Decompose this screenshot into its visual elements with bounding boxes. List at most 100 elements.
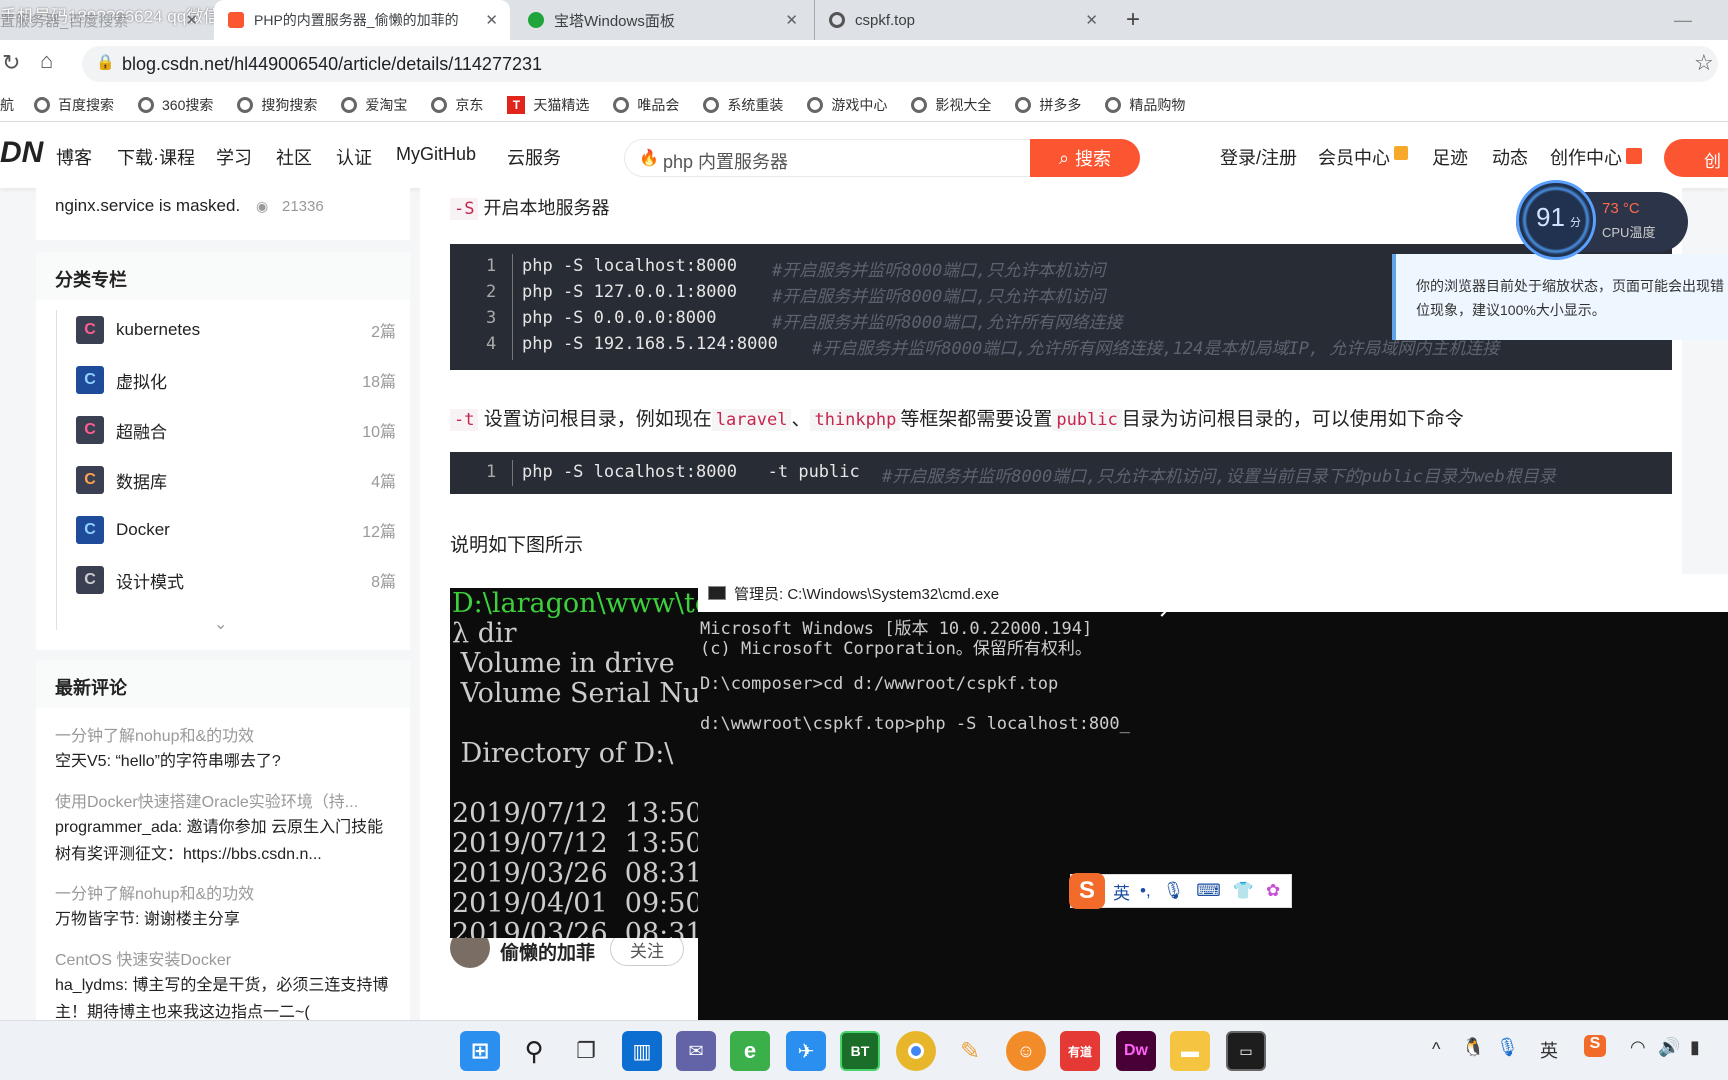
nav-blog[interactable]: 博客 [56,144,92,170]
close-icon[interactable]: ✕ [185,11,198,29]
category-item[interactable]: C 超融合 10篇 [76,412,396,448]
minimize-button[interactable]: — [1674,10,1692,31]
home-icon[interactable]: ⌂ [40,48,53,74]
cmd-window[interactable]: 管理员: C:\Windows\System32\cmd.exe Microso… [698,574,1728,1020]
close-icon[interactable]: ✕ [1085,11,1098,29]
footprint-link[interactable]: 足迹 [1432,144,1468,170]
tab-bt-panel[interactable]: 宝塔Windows面板 ✕ [514,0,810,40]
address-bar[interactable]: 🔒 blog.csdn.net/hl449006540/article/deta… [82,46,1718,82]
qq-icon[interactable]: 🐧 [1462,1037,1484,1058]
apps-icon[interactable]: ✿ [1266,881,1280,901]
comment-article-link[interactable]: CentOS 快速安装Docker [55,946,231,970]
category-icon: C [76,416,104,444]
hot-article-link[interactable]: nginx.service is masked. [55,196,240,216]
skin-icon[interactable]: 👕 [1233,881,1254,901]
bookmark-item[interactable]: 影视大全 [911,95,991,115]
bookmark-item[interactable]: 京东 [431,95,483,115]
task-view-icon[interactable]: ❐ [566,1031,606,1071]
battery-icon[interactable]: ▮ [1690,1037,1700,1058]
creation-center-link[interactable]: 创作中心 [1550,144,1622,170]
globe-icon [431,96,448,113]
widgets-icon[interactable]: ▥ [622,1031,662,1071]
csdn-logo[interactable]: DN [0,136,43,170]
ime-toolbar[interactable]: S 英 •, 🎙 ⌨ 👕 ✿ [1069,873,1292,909]
category-item[interactable]: C 虚拟化 18篇 [76,362,396,398]
bookmark-item[interactable]: 拼多多 [1015,95,1081,115]
ime-punct[interactable]: •, [1140,881,1151,901]
search-value: php 内置服务器 [663,152,789,172]
category-item[interactable]: C Docker 12篇 [76,512,396,548]
create-button[interactable]: 创 [1664,139,1728,177]
chevron-up-icon[interactable]: ^ [1432,1039,1440,1060]
category-item[interactable]: C 设计模式 8篇 [76,562,396,598]
app-face-icon[interactable]: ☺ [1006,1031,1046,1071]
bt-panel-icon[interactable]: BT [840,1031,880,1071]
bookmark-item[interactable]: 360搜索 [138,95,213,115]
mail-icon[interactable]: ✈ [786,1031,826,1071]
reload-icon[interactable]: ↻ [2,50,20,76]
vip-center-link[interactable]: 会员中心 [1318,144,1390,170]
youdao-icon[interactable]: 有道 [1060,1031,1100,1071]
dreamweaver-icon[interactable]: Dw [1116,1031,1156,1071]
ime-lang[interactable]: 英 [1113,879,1130,904]
tab-label: 宝塔Windows面板 [554,12,675,30]
bookmark-item[interactable]: 百度搜索 [34,95,114,115]
nav-community[interactable]: 社区 [276,144,312,170]
comment-article-link[interactable]: 一分钟了解nohup和&的功效 [55,880,254,904]
tab-cspkf[interactable]: cspkf.top ✕ [814,0,1110,40]
keyboard-icon[interactable]: ⌨ [1196,881,1221,901]
activity-link[interactable]: 动态 [1492,144,1528,170]
sogou-tray-icon[interactable]: S [1584,1035,1606,1057]
input-lang[interactable]: 英 [1540,1037,1558,1063]
bookmark-item[interactable]: 爱淘宝 [341,95,407,115]
nav-mygithub[interactable]: MyGitHub [396,144,476,165]
close-icon[interactable]: ✕ [785,11,798,29]
nav-certify[interactable]: 认证 [336,144,372,170]
author-name[interactable]: 偷懒的加菲 [500,938,595,965]
cmd-titlebar[interactable]: 管理员: C:\Windows\System32\cmd.exe [698,574,1728,612]
microphone-icon[interactable]: 🎙 [1163,881,1185,901]
cmd-input-line[interactable]: d:\wwwroot\cspkf.top>php -S localhost:80… [700,714,1130,734]
nav-cloud[interactable]: 云服务 [507,144,561,170]
code-comment: #开启服务并监听8000端口,只允许本机访问,设置当前目录下的public目录为… [882,467,1556,487]
tab-php-server[interactable]: PHP的内置服务器_偷懒的加菲的 ✕ [214,0,510,40]
bookmark-item[interactable]: 精品购物 [1105,95,1185,115]
sogou-icon: S [1069,873,1105,909]
comment-article-link[interactable]: 使用Docker快速搭建Oracle实验环境（持... [55,788,395,812]
cmd-taskbar-icon[interactable]: ▭ [1226,1031,1266,1071]
browser-e-icon[interactable]: e [730,1031,770,1071]
login-link[interactable]: 登录/注册 [1220,144,1297,170]
category-item[interactable]: Ckubernetes 2篇 [76,312,396,348]
folder-icon[interactable]: ▬ [1170,1031,1210,1071]
category-item[interactable]: C 数据库 4篇 [76,462,396,498]
notes-icon[interactable]: ✎ [950,1031,990,1071]
comment-article-link[interactable]: 一分钟了解nohup和&的功效 [55,722,254,746]
chrome-icon[interactable] [896,1031,936,1071]
bookmark-item[interactable]: 系统重装 [703,95,783,115]
terminal-line: 2019/04/01 09:50 [452,888,700,919]
close-icon[interactable]: ✕ [485,11,498,29]
wifi-icon[interactable]: ◠ [1630,1037,1646,1058]
nav-learn[interactable]: 学习 [216,144,252,170]
bookmark-label: 拼多多 [1039,96,1082,113]
bookmark-star-icon[interactable]: ☆ [1694,50,1714,76]
bookmark-item[interactable]: 唯品会 [613,95,679,115]
globe-icon [829,12,845,28]
separator: 、 [791,409,811,430]
tab-baidu-search[interactable]: 置服务器_百度搜索 ✕ [0,0,210,40]
volume-icon[interactable]: 🔊 [1658,1037,1680,1058]
search-icon[interactable]: ⚲ [514,1031,554,1071]
bookmark-item[interactable]: 游戏中心 [807,95,887,115]
chat-icon[interactable]: ✉ [676,1031,716,1071]
chevron-down-icon[interactable]: ⌄ [214,614,227,634]
search-button[interactable]: ⌕ 搜索 [1030,139,1140,177]
bookmark-item[interactable]: 搜狗搜索 [237,95,317,115]
bookmark-fragment[interactable]: 航 [0,95,14,115]
windows-start-icon[interactable]: ⊞ [460,1031,500,1071]
new-tab-button[interactable]: + [1126,6,1140,34]
nav-download[interactable]: 下载·课程 [117,144,195,170]
terminal-line: 2019/07/12 13:50 [452,798,700,829]
microphone-icon[interactable]: 🎙 [1496,1037,1519,1058]
csdn-header: DN 博客 下载·课程 学习 社区 认证 MyGitHub 云服务 🔥 php … [0,122,1728,188]
bookmark-item[interactable]: T 天猫精选 [507,95,589,115]
